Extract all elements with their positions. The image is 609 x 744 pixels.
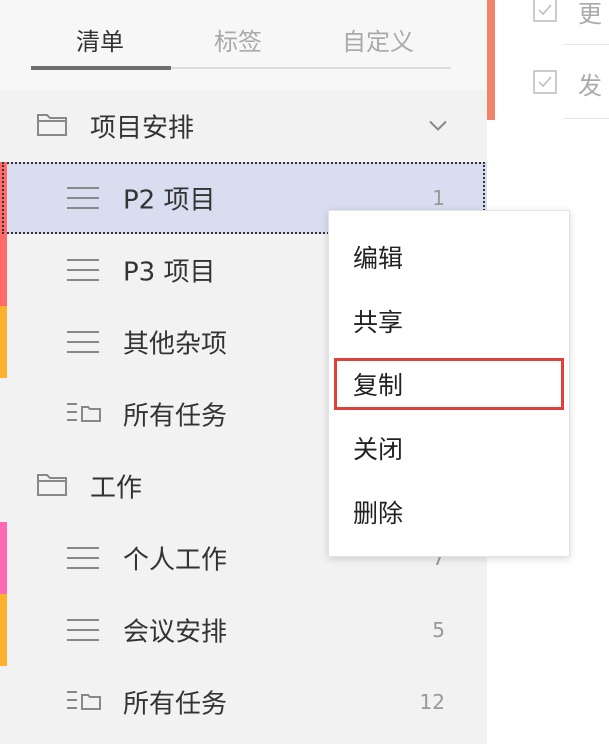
tab-active-indicator bbox=[31, 66, 171, 70]
menu-item-label: 编辑 bbox=[353, 244, 404, 273]
folder-label: 工作 bbox=[90, 473, 143, 504]
tab-bar: 清单 标签 自定义 bbox=[0, 0, 487, 90]
checkbox-checked-icon[interactable] bbox=[533, 70, 557, 94]
task-pane-accent-bar bbox=[487, 0, 495, 120]
list-lines-icon bbox=[67, 259, 99, 281]
list-label: 所有任务 bbox=[123, 689, 228, 720]
list-color-bar bbox=[0, 522, 7, 594]
all-tasks-icon bbox=[67, 401, 101, 427]
task-title: 发 bbox=[578, 72, 602, 100]
list-color-bar bbox=[0, 162, 7, 234]
folder-project-arrangement[interactable]: 项目安排 bbox=[0, 90, 487, 162]
list-lines-icon bbox=[67, 619, 99, 641]
folder-icon bbox=[36, 471, 68, 501]
list-color-bar bbox=[0, 594, 7, 666]
menu-item-close[interactable]: 关闭 bbox=[329, 420, 569, 476]
menu-item-label: 复制 bbox=[353, 371, 404, 400]
menu-item-label: 删除 bbox=[353, 499, 404, 528]
list-label: 其他杂项 bbox=[123, 329, 228, 360]
menu-item-delete[interactable]: 删除 bbox=[329, 484, 569, 540]
tab-tags[interactable]: 标签 bbox=[214, 22, 262, 57]
chevron-down-icon[interactable] bbox=[428, 117, 448, 136]
all-tasks-icon bbox=[67, 689, 101, 715]
list-label: 会议安排 bbox=[123, 617, 228, 648]
list-count: 1 bbox=[432, 186, 445, 210]
menu-item-share[interactable]: 共享 bbox=[329, 293, 569, 349]
menu-item-edit[interactable]: 编辑 bbox=[329, 229, 569, 285]
task-item[interactable]: 更 bbox=[533, 0, 609, 32]
task-divider bbox=[563, 118, 609, 119]
list-item-meetings[interactable]: 会议安排 5 bbox=[0, 594, 487, 666]
list-label: P3 项目 bbox=[123, 257, 216, 288]
list-lines-icon bbox=[67, 187, 99, 209]
task-item[interactable]: 发 bbox=[533, 64, 609, 104]
list-label: P2 项目 bbox=[123, 185, 216, 216]
tab-lists[interactable]: 清单 bbox=[76, 22, 124, 57]
menu-item-label: 共享 bbox=[353, 308, 404, 337]
menu-item-duplicate[interactable]: 复制 bbox=[329, 356, 569, 412]
list-lines-icon bbox=[67, 331, 99, 353]
task-divider bbox=[563, 44, 609, 45]
tab-custom[interactable]: 自定义 bbox=[342, 22, 414, 57]
menu-item-label: 关闭 bbox=[353, 435, 404, 464]
list-label: 所有任务 bbox=[123, 401, 228, 432]
folder-label: 项目安排 bbox=[90, 113, 195, 144]
list-color-bar bbox=[0, 306, 7, 378]
list-count: 5 bbox=[432, 618, 445, 642]
context-menu: 编辑 共享 复制 关闭 删除 bbox=[328, 210, 570, 557]
list-lines-icon bbox=[67, 547, 99, 569]
list-color-bar bbox=[0, 234, 7, 306]
task-title: 更 bbox=[578, 0, 602, 28]
checkbox-checked-icon[interactable] bbox=[533, 0, 557, 22]
list-label: 个人工作 bbox=[123, 545, 228, 576]
list-item-all-tasks[interactable]: 所有任务 12 bbox=[0, 666, 487, 738]
folder-icon bbox=[36, 111, 68, 141]
list-count: 12 bbox=[419, 690, 445, 714]
